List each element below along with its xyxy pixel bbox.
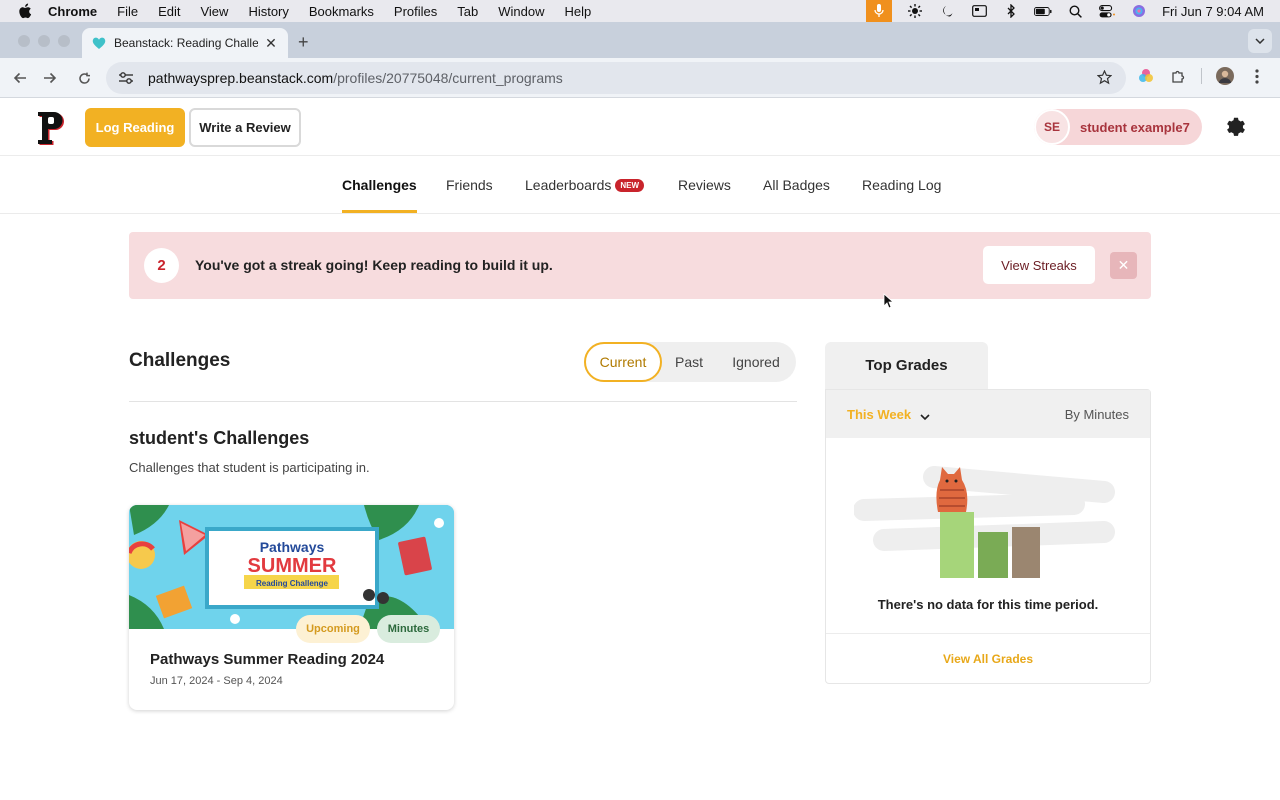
view-all-grades-link[interactable]: View All Grades	[826, 652, 1150, 666]
banner-line1: Pathways	[260, 539, 325, 555]
view-streaks-button[interactable]: View Streaks	[983, 246, 1095, 284]
browser-tab-strip: Beanstack: Reading Challeng ✕ +	[0, 22, 1280, 58]
menu-file[interactable]: File	[117, 4, 138, 19]
menubar-status-area: Fri Jun 7 9:04 AM	[866, 0, 1264, 22]
site-info-icon[interactable]	[118, 71, 136, 85]
menu-edit[interactable]: Edit	[158, 4, 180, 19]
browser-toolbar: pathwaysprep.beanstack.com/profiles/2077…	[0, 58, 1280, 98]
streak-banner: 2 You've got a streak going! Keep readin…	[129, 232, 1151, 299]
address-bar[interactable]: pathwaysprep.beanstack.com/profiles/2077…	[106, 62, 1126, 94]
menu-profiles[interactable]: Profiles	[394, 4, 437, 19]
tab-friends[interactable]: Friends	[446, 177, 493, 213]
menu-window[interactable]: Window	[498, 4, 544, 19]
color-extension-icon[interactable]	[1137, 68, 1155, 84]
menu-help[interactable]: Help	[565, 4, 592, 19]
panel-divider	[826, 633, 1150, 634]
tab-reviews[interactable]: Reviews	[678, 177, 731, 213]
minimize-window-button[interactable]	[38, 35, 50, 47]
window-controls	[18, 35, 70, 47]
status-badge: Upcoming	[296, 615, 370, 643]
type-badge: Minutes	[377, 615, 440, 643]
user-profile-pill[interactable]: SE student example7	[1034, 109, 1202, 145]
back-arrow-icon[interactable]	[10, 68, 30, 88]
menu-view[interactable]: View	[200, 4, 228, 19]
battery-icon[interactable]	[1034, 3, 1052, 19]
banner-line3: Reading Challenge	[256, 579, 329, 588]
beanstack-favicon-icon	[92, 36, 106, 50]
challenge-filter-toggle: Current Past Ignored	[584, 342, 796, 382]
tab-search-chevron-icon[interactable]	[1248, 29, 1272, 53]
school-logo[interactable]	[36, 111, 64, 145]
new-tab-icon[interactable]: +	[298, 32, 309, 53]
menu-bookmarks[interactable]: Bookmarks	[309, 4, 374, 19]
new-badge: NEW	[615, 179, 645, 192]
challenge-dates: Jun 17, 2024 - Sep 4, 2024	[150, 675, 283, 687]
tab-all-badges[interactable]: All Badges	[763, 177, 830, 213]
microphone-icon[interactable]	[866, 0, 893, 22]
top-grades-tab[interactable]: Top Grades	[825, 342, 988, 389]
reload-icon[interactable]	[74, 68, 94, 88]
section-divider	[129, 401, 797, 402]
toolbar-divider	[1201, 68, 1202, 84]
browser-tab-active[interactable]: Beanstack: Reading Challeng ✕	[82, 28, 288, 58]
search-icon[interactable]	[1066, 3, 1084, 19]
siri-icon[interactable]	[1130, 3, 1148, 19]
macos-menubar: Chrome File Edit View History Bookmarks …	[0, 0, 1280, 22]
url-path: /profiles/20775048/current_programs	[333, 70, 563, 86]
close-icon[interactable]: ✕	[1110, 252, 1137, 279]
gear-icon[interactable]	[1222, 115, 1246, 139]
toolbar-right-icons	[1137, 67, 1266, 85]
write-review-button[interactable]: Write a Review	[189, 108, 301, 147]
bluetooth-icon[interactable]	[1002, 3, 1020, 19]
main-nav-tabs: Challenges Friends Leaderboards NEW Revie…	[0, 157, 1280, 214]
top-grades-panel: This Week By Minutes There's no data for…	[825, 389, 1151, 684]
mouse-cursor-icon	[883, 293, 895, 309]
empty-state-message: There's no data for this time period.	[877, 597, 1099, 612]
period-dropdown[interactable]: This Week	[847, 407, 911, 422]
moon-icon[interactable]	[938, 3, 956, 19]
challenge-card[interactable]: Pathways SUMMER Reading Challenge Upcomi…	[129, 505, 454, 710]
tab-leaderboards[interactable]: Leaderboards NEW	[525, 177, 645, 213]
empty-state-cat-illustration	[853, 462, 1124, 582]
zoom-window-button[interactable]	[58, 35, 70, 47]
challenges-heading: Challenges	[129, 350, 231, 371]
banner-line2: SUMMER	[248, 555, 337, 577]
top-grades-filter-bar: This Week By Minutes	[826, 390, 1150, 438]
challenge-banner-image: Pathways SUMMER Reading Challenge	[129, 505, 454, 629]
metric-dropdown[interactable]: By Minutes	[1065, 407, 1129, 422]
site-header: Log Reading Write a Review SE student ex…	[0, 99, 1280, 156]
menubar-clock[interactable]: Fri Jun 7 9:04 AM	[1162, 4, 1264, 19]
tab-challenges[interactable]: Challenges	[342, 177, 417, 213]
display-icon[interactable]	[970, 3, 988, 19]
student-challenges-description: Challenges that student is participating…	[129, 460, 370, 475]
chevron-down-icon[interactable]	[919, 409, 931, 421]
extensions-puzzle-icon[interactable]	[1169, 68, 1187, 84]
streak-message: You've got a streak going! Keep reading …	[195, 257, 553, 273]
user-avatar: SE	[1034, 109, 1070, 145]
tab-reading-log[interactable]: Reading Log	[862, 177, 941, 213]
close-window-button[interactable]	[18, 35, 30, 47]
menu-app-name[interactable]: Chrome	[48, 4, 97, 19]
profile-avatar-icon[interactable]	[1216, 67, 1234, 85]
user-name: student example7	[1080, 119, 1190, 135]
forward-arrow-icon[interactable]	[40, 68, 60, 88]
bookmark-star-icon[interactable]	[1096, 69, 1113, 88]
filter-past[interactable]: Past	[664, 342, 714, 382]
close-tab-icon[interactable]: ✕	[264, 35, 278, 52]
menu-history[interactable]: History	[248, 4, 288, 19]
challenge-name: Pathways Summer Reading 2024	[150, 651, 385, 668]
control-center-icon[interactable]	[1098, 3, 1116, 19]
brightness-icon[interactable]	[906, 3, 924, 19]
browser-tab-title: Beanstack: Reading Challeng	[114, 36, 258, 50]
log-reading-button[interactable]: Log Reading	[85, 108, 185, 147]
url-host: pathwaysprep.beanstack.com	[148, 70, 334, 86]
browser-menu-icon[interactable]	[1248, 68, 1266, 84]
apple-icon[interactable]	[18, 3, 34, 19]
filter-current[interactable]: Current	[584, 342, 662, 382]
filter-ignored[interactable]: Ignored	[724, 342, 788, 382]
student-challenges-heading: student's Challenges	[129, 428, 310, 448]
tab-leaderboards-label: Leaderboards	[525, 177, 612, 193]
streak-count: 2	[144, 248, 179, 283]
menu-tab[interactable]: Tab	[457, 4, 478, 19]
